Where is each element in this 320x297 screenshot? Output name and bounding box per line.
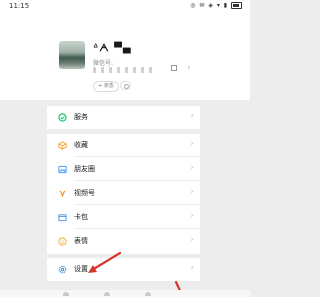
menu-label-stickers: 表情 — [74, 237, 88, 245]
battery-icon — [231, 2, 242, 9]
annotation-arrow-icon — [88, 251, 122, 273]
wechat-id-label: 微信号: — [93, 60, 114, 67]
status-time: 11:15 — [9, 2, 30, 10]
status-button-label: + 状态 — [98, 83, 114, 89]
avatar[interactable] — [59, 41, 85, 69]
chevron-right-icon: › — [190, 263, 194, 273]
menu-item-moments[interactable]: 朋友圈 › — [47, 158, 200, 181]
stickers-icon — [58, 237, 67, 246]
moments-icon — [58, 165, 67, 174]
wechat-id-redacted — [93, 67, 155, 73]
tab-icon[interactable] — [145, 292, 151, 296]
divider — [74, 204, 200, 205]
chevron-right-icon[interactable]: › — [187, 63, 191, 73]
menu-label-channels: 视频号 — [74, 189, 95, 197]
status-button[interactable]: + 状态 — [93, 81, 119, 92]
menu-item-channels[interactable]: 视频号 › — [47, 182, 200, 205]
features-group: 收藏 › 朋友圈 › 视频号 › 卡包 › 表情 › — [47, 134, 200, 254]
divider — [74, 180, 200, 181]
menu-item-favorites[interactable]: 收藏 › — [47, 134, 200, 157]
card-wallet-icon — [58, 214, 67, 222]
services-group: 服务 › — [47, 106, 200, 129]
divider — [74, 228, 200, 229]
menu-label-card-wallet: 卡包 — [74, 213, 88, 221]
services-icon — [58, 113, 67, 122]
bottom-tab-bar — [0, 290, 250, 297]
qr-code-icon[interactable] — [171, 65, 177, 71]
status-bar: 11:15 ◎ ✉ ◈ ▾ ▮ — [0, 0, 250, 13]
channels-icon — [59, 190, 66, 198]
menu-item-services[interactable]: 服务 › — [47, 106, 200, 129]
profile-card[interactable]: ᐞᗅ ▀▄ 微信号: › + 状态 — [0, 13, 250, 100]
chevron-right-icon: › — [190, 163, 194, 173]
menu-label-favorites: 收藏 — [74, 141, 88, 149]
friend-status-icon[interactable] — [120, 81, 131, 90]
chevron-right-icon: › — [190, 187, 194, 197]
favorites-icon — [58, 141, 67, 150]
tab-icon[interactable] — [63, 292, 69, 296]
menu-item-card-wallet[interactable]: 卡包 › — [47, 206, 200, 229]
menu-label-services: 服务 — [74, 113, 88, 121]
settings-icon — [58, 265, 67, 274]
profile-nickname: ᐞᗅ ▀▄ — [93, 43, 132, 54]
menu-label-moments: 朋友圈 — [74, 165, 95, 173]
divider — [74, 156, 200, 157]
status-indicator-icons: ◎ ✉ ◈ ▾ ▮ — [190, 2, 229, 9]
chevron-right-icon: › — [190, 235, 194, 245]
status-icons: ◎ ✉ ◈ ▾ ▮ — [190, 2, 242, 9]
chevron-right-icon: › — [190, 211, 194, 221]
chevron-right-icon: › — [190, 139, 194, 149]
tab-icon[interactable] — [104, 292, 110, 296]
chevron-right-icon: › — [190, 111, 194, 121]
